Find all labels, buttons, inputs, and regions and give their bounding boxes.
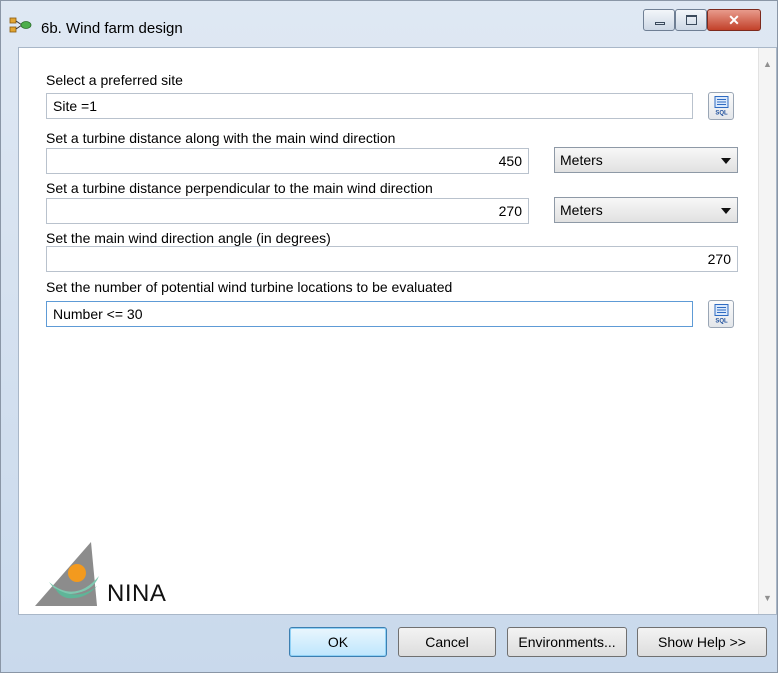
chevron-down-icon	[721, 208, 731, 214]
svg-text:SQL: SQL	[715, 319, 728, 325]
distance-along-unit-value: Meters	[560, 152, 603, 168]
dialog-window: 6b. Wind farm design ✕ ▲ ▼ Select a pref…	[0, 0, 778, 673]
scroll-down-icon[interactable]: ▼	[759, 590, 776, 606]
model-tool-icon	[9, 17, 32, 33]
site-sql-button[interactable]: SQL	[708, 92, 734, 120]
minimize-button[interactable]	[643, 9, 675, 31]
ok-button[interactable]: OK	[289, 627, 387, 657]
title-bar[interactable]: 6b. Wind farm design ✕	[1, 1, 777, 45]
chevron-down-icon	[721, 158, 731, 164]
site-label: Select a preferred site	[46, 72, 183, 88]
distance-along-unit-select[interactable]: Meters	[554, 147, 738, 173]
vertical-scrollbar[interactable]: ▲ ▼	[758, 48, 776, 614]
button-bar: OK Cancel Environments... Show Help >>	[1, 615, 777, 673]
distance-perpendicular-unit-select[interactable]: Meters	[554, 197, 738, 223]
number-label: Set the number of potential wind turbine…	[46, 279, 453, 295]
nina-logo-text: NINA	[107, 580, 167, 607]
distance-along-label: Set a turbine distance along with the ma…	[46, 130, 396, 146]
show-help-button[interactable]: Show Help >>	[637, 627, 767, 657]
angle-field[interactable]: 270	[46, 246, 738, 272]
site-expression-field[interactable]: Site =1	[46, 93, 693, 119]
distance-perpendicular-unit-value: Meters	[560, 202, 603, 218]
close-button[interactable]: ✕	[707, 9, 761, 31]
number-expression-field[interactable]: Number <= 30	[46, 301, 693, 327]
window-title: 6b. Wind farm design	[41, 20, 183, 37]
environments-button[interactable]: Environments...	[507, 627, 627, 657]
scroll-up-icon[interactable]: ▲	[759, 56, 776, 72]
distance-perpendicular-field[interactable]: 270	[46, 198, 529, 224]
cancel-button[interactable]: Cancel	[398, 627, 496, 657]
angle-label: Set the main wind direction angle (in de…	[46, 230, 331, 246]
sql-icon: SQL	[714, 304, 729, 324]
maximize-icon	[686, 15, 697, 25]
close-icon: ✕	[728, 12, 740, 28]
sql-icon: SQL	[714, 96, 729, 116]
form-panel: ▲ ▼ Select a preferred site Site =1 SQL …	[18, 47, 777, 615]
distance-along-field[interactable]: 450	[46, 148, 529, 174]
minimize-icon	[655, 22, 665, 25]
svg-text:SQL: SQL	[715, 111, 728, 117]
number-sql-button[interactable]: SQL	[708, 300, 734, 328]
distance-perpendicular-label: Set a turbine distance perpendicular to …	[46, 180, 433, 196]
maximize-button[interactable]	[675, 9, 707, 31]
